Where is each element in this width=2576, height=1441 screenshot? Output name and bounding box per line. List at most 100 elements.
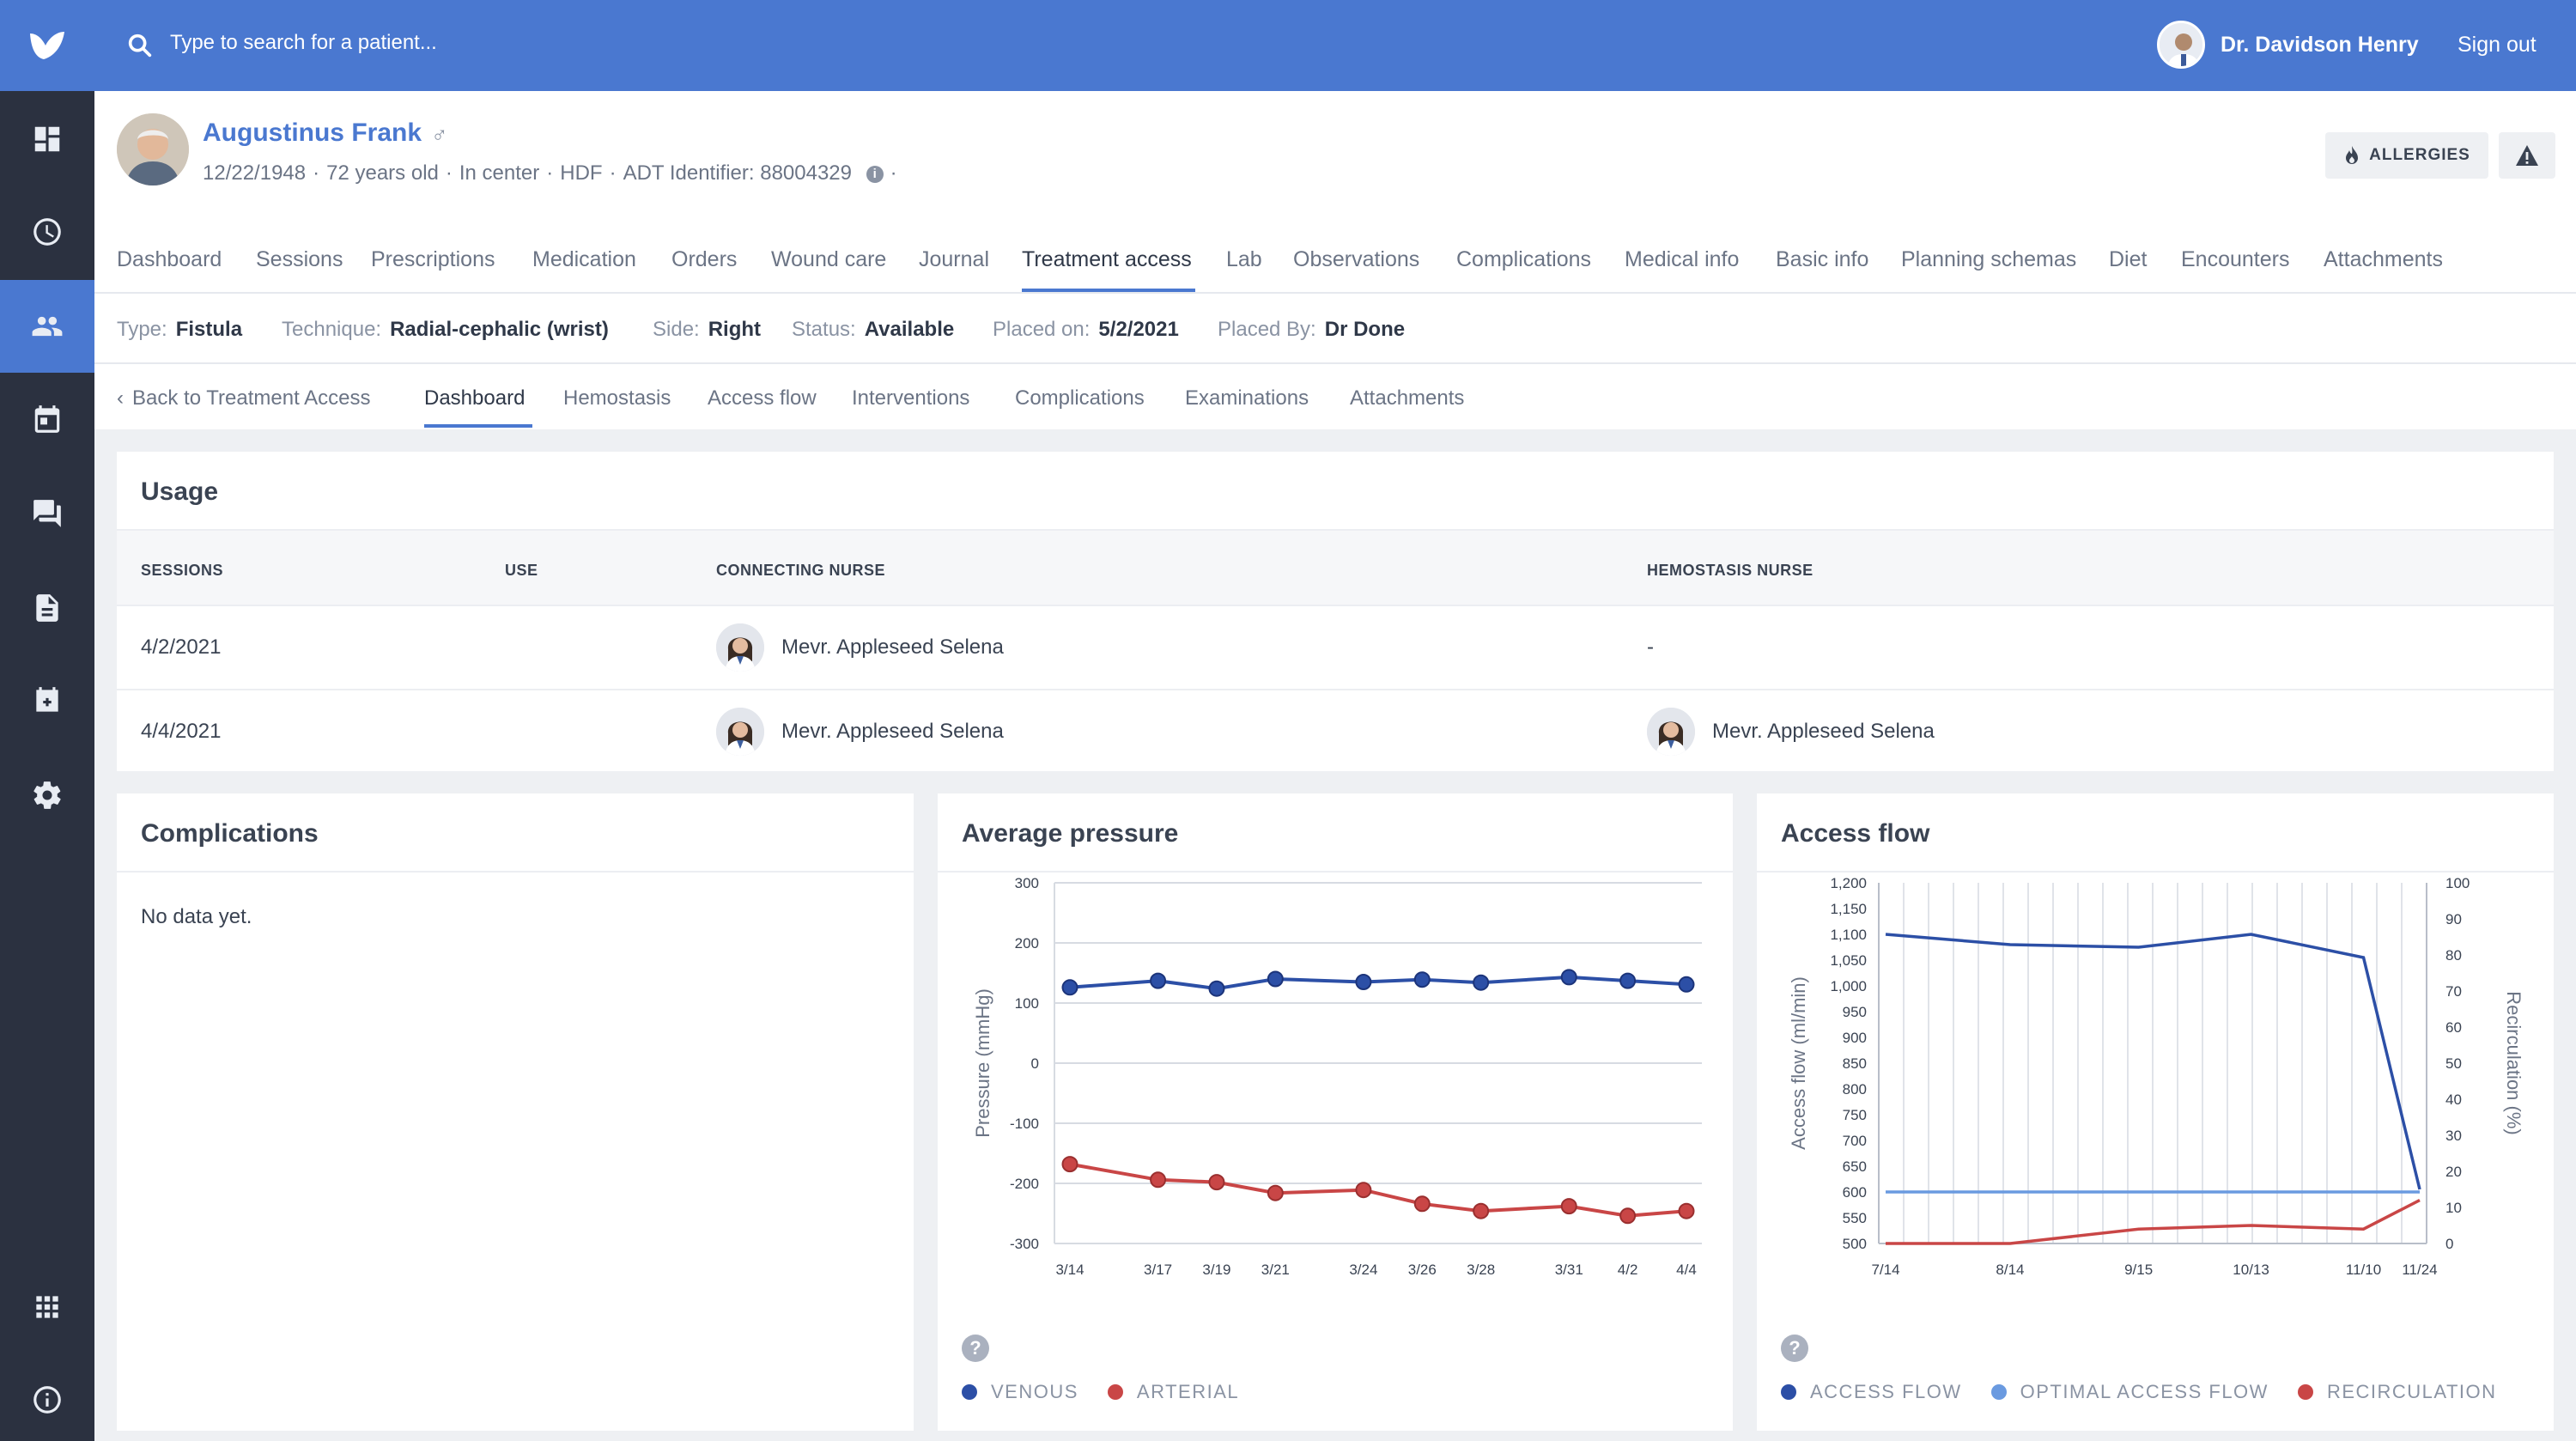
average-pressure-card: Average pressure 300 200 100 0 -100 -200 -300 3… — [938, 793, 1733, 1431]
legend-arterial[interactable]: ARTERIAL — [1107, 1381, 1239, 1403]
tab-prescriptions[interactable]: Prescriptions — [371, 247, 495, 272]
tab-journal[interactable]: Journal — [919, 247, 989, 272]
subtab-examinations[interactable]: Examinations — [1185, 386, 1309, 410]
access-side: Side: Right — [653, 318, 762, 341]
patient-name[interactable]: Augustinus Frank — [203, 119, 422, 148]
gear-icon — [33, 781, 61, 809]
card-divider — [117, 871, 914, 873]
sidebar-item-apps[interactable] — [0, 1261, 94, 1353]
data-point-arterial — [1061, 1156, 1078, 1173]
sub-tabs: ‹ Back to Treatment Access Dashboard Hemo… — [94, 364, 2576, 429]
back-to-treatment-access-link[interactable]: ‹ Back to Treatment Access — [117, 386, 370, 410]
tab-orders[interactable]: Orders — [671, 247, 737, 272]
x-tick-label: 7/14 — [1871, 1262, 1899, 1278]
arterial-dot — [1107, 1384, 1123, 1400]
sidebar — [0, 0, 94, 1441]
legend-venous[interactable]: VENOUS — [962, 1381, 1078, 1403]
y-tick-label: 300 — [1015, 875, 1039, 891]
allergies-label: ALLERGIES — [2369, 146, 2470, 164]
active-tab-indicator — [1022, 289, 1195, 292]
user-name[interactable]: Dr. Davidson Henry — [2221, 33, 2419, 58]
bird-logo-icon — [30, 32, 64, 59]
tab-basic-info[interactable]: Basic info — [1776, 247, 1868, 272]
tab-treatment-access[interactable]: Treatment access — [1022, 247, 1192, 272]
subtab-hemostasis[interactable]: Hemostasis — [563, 386, 671, 410]
allergies-button[interactable]: ALLERGIES — [2325, 132, 2488, 179]
tab-observations[interactable]: Observations — [1293, 247, 1419, 272]
nurse-avatar — [716, 623, 764, 672]
user-avatar-image — [2160, 23, 2202, 66]
tab-diet[interactable]: Diet — [2109, 247, 2147, 272]
topbar: Type to search for a patient... Dr. Davi… — [94, 0, 2576, 91]
y-tick-label: 1,150 — [1830, 901, 1867, 917]
patient-search-input[interactable]: Type to search for a patient... — [170, 31, 437, 55]
y-tick-label: 850 — [1843, 1055, 1867, 1072]
info-icon — [33, 1386, 61, 1414]
table-row[interactable]: 4/2/2021 Mevr. Appleseed Selena - — [117, 605, 2554, 689]
tab-planning-schemas[interactable]: Planning schemas — [1901, 247, 2076, 272]
sidebar-item-calendar[interactable] — [0, 373, 94, 465]
tab-wound-care[interactable]: Wound care — [771, 247, 886, 272]
sidebar-item-schedule[interactable] — [0, 654, 94, 747]
sidebar-item-info[interactable] — [0, 1353, 94, 1441]
data-point-arterial — [1678, 1202, 1695, 1219]
patient-dob: 12/22/1948 — [203, 161, 307, 185]
tab-encounters[interactable]: Encounters — [2181, 247, 2289, 272]
subtab-complications[interactable]: Complications — [1015, 386, 1145, 410]
sidebar-item-patients[interactable] — [0, 280, 94, 373]
access-flow-legend: ACCESS FLOW OPTIMAL ACCESS FLOW RECIRCUL… — [1781, 1381, 2497, 1403]
col-hemostasis-nurse: HEMOSTASIS NURSE — [1647, 562, 1814, 579]
y-tick-label: 1,200 — [1830, 875, 1867, 891]
x-tick-label: 4/4 — [1676, 1262, 1697, 1278]
series-line-arterial — [1069, 1162, 1687, 1218]
legend-optimal-access-flow[interactable]: OPTIMAL ACCESS FLOW — [1990, 1381, 2269, 1403]
legend-access-flow[interactable]: ACCESS FLOW — [1781, 1381, 1962, 1403]
warning-button[interactable] — [2499, 132, 2555, 179]
legend-recirculation[interactable]: RECIRCULATION — [2297, 1381, 2497, 1403]
table-row[interactable]: 4/4/2021 Mevr. Appleseed Selena Mevr. Ap… — [117, 689, 2554, 773]
subtab-interventions[interactable]: Interventions — [852, 386, 969, 410]
sign-out-link[interactable]: Sign out — [2458, 33, 2537, 58]
y-right-tick-label: 10 — [2445, 1200, 2462, 1216]
tab-lab[interactable]: Lab — [1226, 247, 1262, 272]
data-point-venous — [1560, 969, 1577, 986]
tab-sessions[interactable]: Sessions — [256, 247, 343, 272]
sidebar-item-documents[interactable] — [0, 562, 94, 654]
y-tick-label: 750 — [1843, 1107, 1867, 1123]
help-icon[interactable]: ? — [1781, 1335, 1808, 1362]
x-tick-label: 10/13 — [2233, 1262, 2269, 1278]
access-status: Status: Available — [792, 318, 955, 341]
tab-medical-info[interactable]: Medical info — [1625, 247, 1739, 272]
tab-complications[interactable]: Complications — [1456, 247, 1591, 272]
data-point-venous — [1208, 980, 1225, 997]
subtab-access-flow[interactable]: Access flow — [708, 386, 817, 410]
user-avatar[interactable] — [2157, 21, 2205, 69]
x-tick-label: 11/10 — [2346, 1262, 2381, 1278]
data-point-venous — [1355, 974, 1372, 990]
subtab-dashboard[interactable]: Dashboard — [424, 386, 525, 410]
recirculation-dot — [2297, 1384, 2313, 1400]
usage-title: Usage — [141, 477, 219, 506]
sidebar-item-settings[interactable] — [0, 749, 94, 842]
usage-card: Usage SESSIONS USE CONNECTING NURSE HEMO… — [117, 452, 2554, 771]
tab-dashboard[interactable]: Dashboard — [117, 247, 222, 272]
data-point-arterial — [1355, 1182, 1372, 1199]
tab-attachments[interactable]: Attachments — [2324, 247, 2443, 272]
tab-medication[interactable]: Medication — [532, 247, 636, 272]
info-icon[interactable]: i — [866, 165, 884, 183]
main-tabs: Dashboard Sessions Prescriptions Medicat… — [94, 237, 2576, 294]
nurse-photo — [1647, 708, 1695, 756]
data-point-arterial — [1150, 1171, 1167, 1189]
app-logo[interactable] — [0, 0, 94, 91]
sidebar-item-messages[interactable] — [0, 467, 94, 560]
sidebar-item-history[interactable] — [0, 185, 94, 278]
sidebar-item-dashboard[interactable] — [0, 93, 94, 185]
patient-age: 72 years old — [326, 161, 439, 185]
y-tick-label: 1,050 — [1830, 952, 1867, 969]
help-icon[interactable]: ? — [962, 1335, 989, 1362]
data-point-venous — [1150, 972, 1167, 989]
dashboard-icon — [34, 126, 60, 152]
subtab-attachments[interactable]: Attachments — [1350, 386, 1464, 410]
session-date: 4/2/2021 — [141, 635, 222, 659]
y-tick-label: -300 — [1010, 1236, 1039, 1252]
